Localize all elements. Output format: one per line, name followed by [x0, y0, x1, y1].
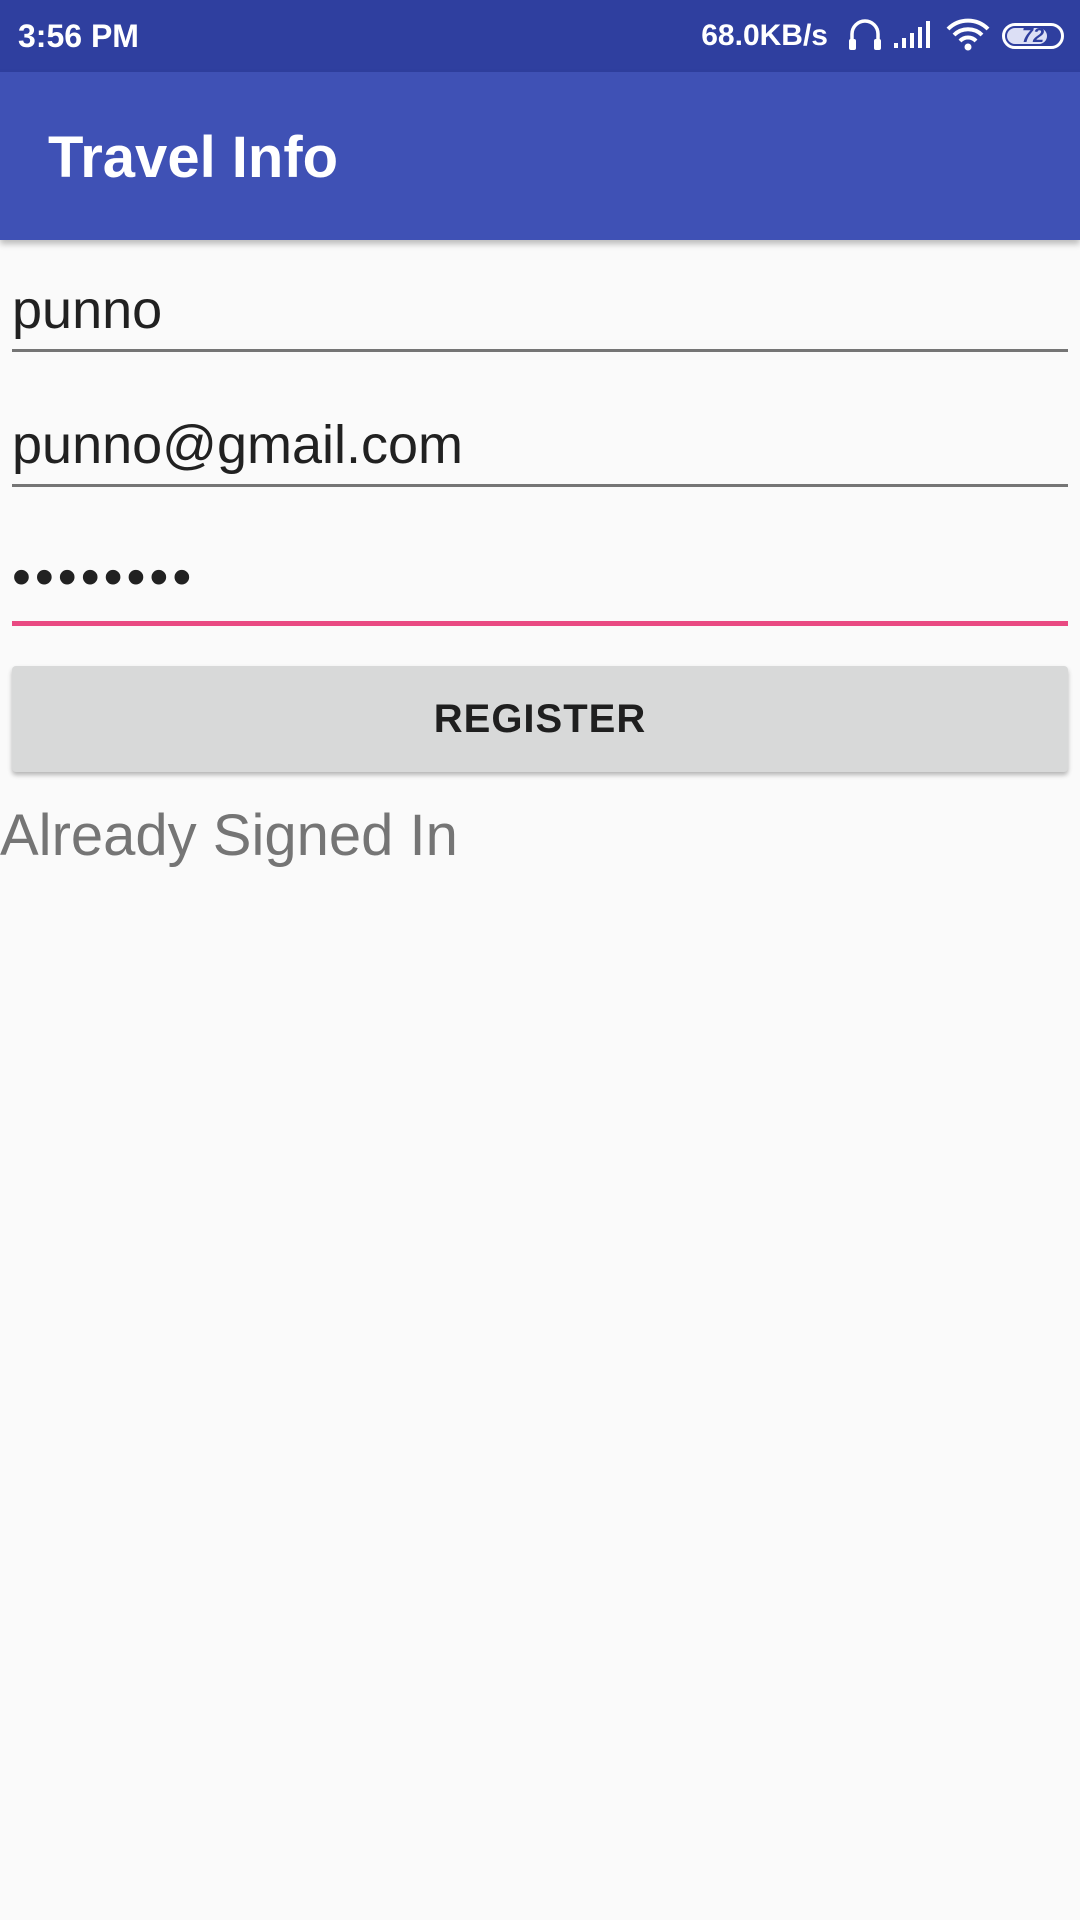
status-indicators: 68.0KB/s 72	[701, 0, 1064, 72]
app-title: Travel Info	[48, 125, 339, 190]
email-field-underline	[12, 484, 1068, 487]
status-bar: 3:56 PM 68.0KB/s 72	[0, 0, 1080, 72]
battery-icon: 72	[1002, 23, 1064, 49]
screen: 3:56 PM 68.0KB/s 72 Travel Info punno pu…	[0, 0, 1080, 1920]
wifi-icon	[946, 17, 990, 56]
battery-level: 72	[1021, 24, 1045, 47]
name-field-underline	[12, 349, 1068, 352]
name-field[interactable]	[12, 265, 1068, 355]
register-button-label: REGISTER	[433, 696, 647, 741]
register-button[interactable]: REGISTER	[12, 666, 1068, 772]
app-bar: Travel Info	[0, 72, 1080, 240]
already-signed-in-link[interactable]: Already Signed In	[0, 796, 458, 876]
status-time: 3:56 PM	[18, 18, 139, 54]
email-field[interactable]	[12, 400, 1068, 490]
headphones-icon	[846, 15, 884, 58]
password-field[interactable]: ••••••••	[12, 532, 1068, 622]
password-field-underline	[12, 621, 1068, 626]
cell-signal-icon	[894, 19, 936, 54]
network-speed: 68.0KB/s	[701, 19, 828, 52]
